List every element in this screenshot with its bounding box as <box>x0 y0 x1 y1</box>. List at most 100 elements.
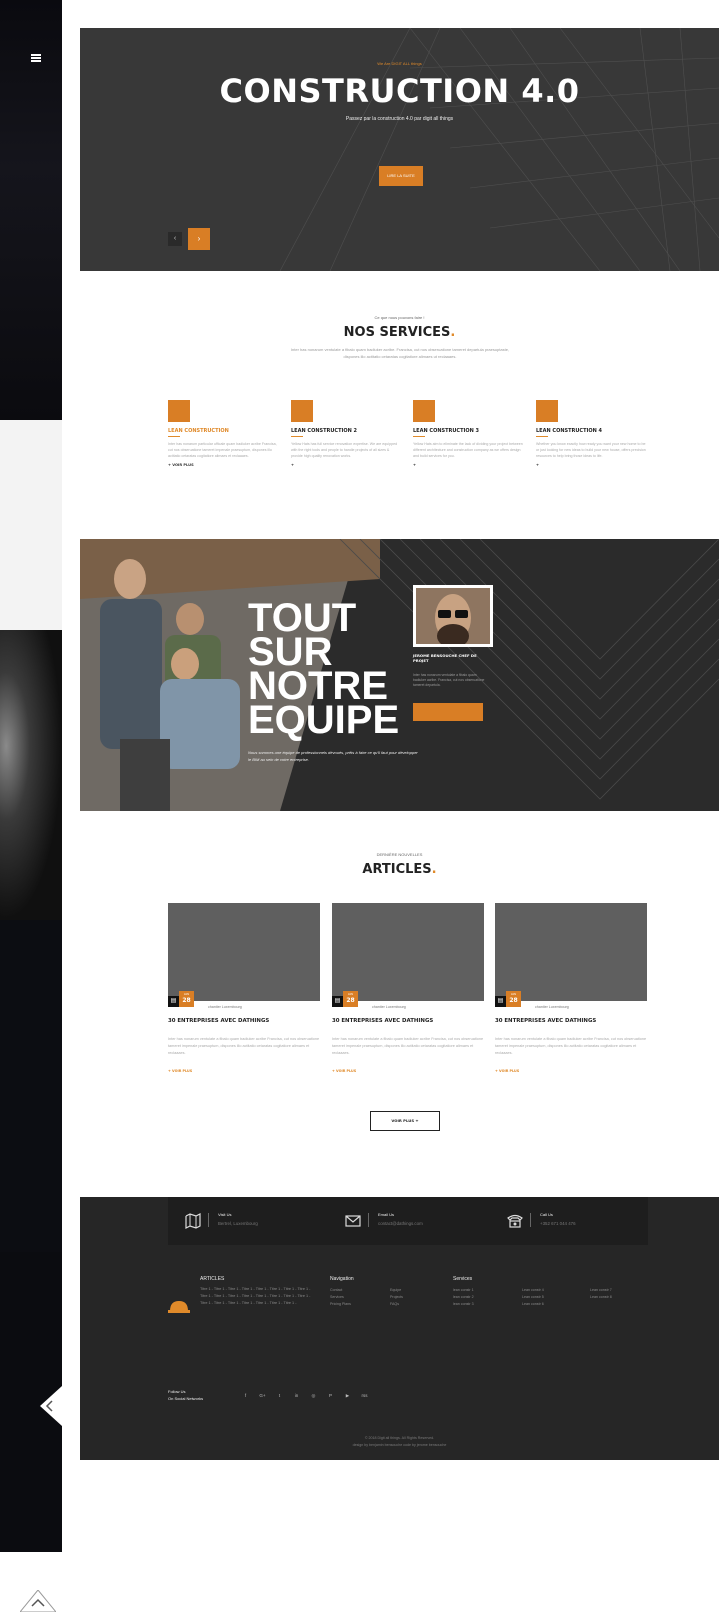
footer-services-col-2: Lean constr 4 Lean constr 5 Lean constr … <box>522 1287 544 1308</box>
service-card: LEAN CONSTRUCTION 4 Whether you know exa… <box>536 400 646 467</box>
article-day: 28 <box>182 997 191 1004</box>
article-location: chantier Luxembourg <box>535 1005 569 1009</box>
article-image[interactable] <box>495 903 647 1001</box>
footer-service-link[interactable]: Lean constr 7 <box>590 1287 612 1294</box>
footer-nav-link[interactable]: Projects <box>390 1294 403 1301</box>
main-page: We Are DIGIT ALL things CONSTRUCTION 4.0… <box>80 28 719 1460</box>
article-more-link[interactable]: + VOIR PLUS <box>168 1069 320 1073</box>
contact-label: Call Us <box>540 1212 553 1217</box>
articles-section: DERNIÈRE NOUVELLES ARTICLES. ▤ JAN 28 ch… <box>80 811 719 1197</box>
contact-separator <box>208 1213 209 1227</box>
footer-nav-link[interactable]: FAQs <box>390 1301 403 1308</box>
article-more-link[interactable]: + VOIR PLUS <box>495 1069 647 1073</box>
article-location: chantier Luxembourg <box>372 1005 406 1009</box>
service-text: Yellow Hats has full service renovation … <box>291 442 398 459</box>
articles-title-text: ARTICLES <box>362 862 432 877</box>
team-section: TOUT SUR NOTRE EQUIPE Nous sommes une éq… <box>80 539 719 811</box>
member-portrait <box>413 585 493 647</box>
contact-separator <box>368 1213 369 1227</box>
read-more-button[interactable]: LIRE LA SUITE <box>379 166 423 186</box>
footer-nav-link[interactable]: Equipe <box>390 1287 403 1294</box>
slider-next-button[interactable]: › <box>188 228 210 250</box>
footer-nav-title: Navigation <box>330 1276 354 1282</box>
service-more-link[interactable]: + VOIR PLUS <box>168 463 278 467</box>
article-title[interactable]: 30 ENTREPRISES AVEC DATHINGS <box>168 1018 320 1024</box>
contact-separator <box>530 1213 531 1227</box>
contact-item-visit[interactable]: Visit Us Bertrel, Luxembourg <box>184 1210 334 1234</box>
services-title: NOS SERVICES. <box>80 325 719 340</box>
credit-line: design by benjamin bensouche code by jer… <box>352 1443 447 1447</box>
footer-nav-link[interactable]: Contact <box>330 1287 351 1294</box>
contact-bar: Visit Us Bertrel, Luxembourg Email Us co… <box>168 1197 648 1245</box>
see-more-button[interactable]: VOIR PLUS + <box>370 1111 440 1131</box>
article-title[interactable]: 30 ENTREPRISES AVEC DATHINGS <box>495 1018 647 1024</box>
service-more-link[interactable]: + <box>291 463 401 467</box>
document-icon: ▤ <box>332 996 343 1007</box>
articles-title: ARTICLES. <box>80 862 719 877</box>
copyright: © 2018 Digit all things. All Rights Rese… <box>80 1435 719 1449</box>
footer-service-link[interactable]: Lean constr 8 <box>590 1294 612 1301</box>
footer-services-title: Services <box>453 1276 473 1282</box>
copyright-line: © 2018 Digit all things. All Rights Rese… <box>364 1436 435 1440</box>
service-title: LEAN CONSTRUCTION <box>168 428 229 434</box>
title-dot: . <box>450 325 456 340</box>
chevron-up-icon[interactable] <box>19 1589 57 1612</box>
team-button[interactable] <box>413 703 483 721</box>
service-underline <box>168 436 180 437</box>
footer-nav-link[interactable]: Services <box>330 1294 351 1301</box>
footer-service-link[interactable]: lean constr 2 <box>453 1294 474 1301</box>
footer-nav-link[interactable]: Pricing Plans <box>330 1301 351 1308</box>
slider-prev-button[interactable]: ‹ <box>168 232 182 246</box>
article-excerpt: Inter has nonarum ventulate a fibalo qua… <box>332 1037 484 1055</box>
google-plus-icon[interactable]: G+ <box>254 1393 271 1399</box>
footer-service-link[interactable]: Lean constr 5 <box>522 1294 544 1301</box>
rss-icon[interactable]: rss <box>356 1393 373 1399</box>
article-card[interactable]: ▤ JAN 28 chantier Luxembourg 30 ENTREPRI… <box>495 903 647 1073</box>
linkedin-icon[interactable]: in <box>288 1393 305 1399</box>
title-dot: . <box>431 862 437 877</box>
facebook-icon[interactable]: f <box>237 1393 254 1399</box>
map-icon <box>184 1212 202 1230</box>
instagram-icon[interactable]: ◎ <box>305 1393 322 1399</box>
service-title: LEAN CONSTRUCTION 4 <box>536 428 603 434</box>
footer-articles-title: ARTICLES <box>200 1276 225 1282</box>
service-more-link[interactable]: + <box>536 463 646 467</box>
footer-service-link[interactable]: lean constr 3 <box>453 1301 474 1308</box>
youtube-icon[interactable]: ▶ <box>339 1393 356 1399</box>
service-underline <box>536 436 548 437</box>
twitter-icon[interactable]: t <box>271 1393 288 1399</box>
service-underline <box>291 436 303 437</box>
side-panel-light <box>0 420 62 630</box>
service-more-link[interactable]: + <box>413 463 523 467</box>
article-excerpt: Inter has nonarum ventulate a fibalo qua… <box>168 1037 320 1055</box>
team-quote: Nous sommes une équipe de professionnels… <box>248 750 418 762</box>
service-icon <box>536 400 558 422</box>
contact-item-call[interactable]: Call Us +352 671 044 476 <box>506 1210 656 1234</box>
service-underline <box>413 436 425 437</box>
article-more-link[interactable]: + VOIR PLUS <box>332 1069 484 1073</box>
article-card[interactable]: ▤ JAN 28 chantier Luxembourg 30 ENTREPRI… <box>168 903 320 1073</box>
helmet-logo[interactable] <box>168 1299 190 1315</box>
footer-service-link[interactable]: Lean constr 6 <box>522 1301 544 1308</box>
side-panel-image <box>0 630 62 920</box>
service-title: LEAN CONSTRUCTION 3 <box>413 428 480 434</box>
article-image[interactable] <box>332 903 484 1001</box>
hero-title: CONSTRUCTION 4.0 <box>219 72 580 110</box>
article-date: JAN 28 <box>343 991 358 1007</box>
chevron-left-icon[interactable] <box>38 1386 62 1426</box>
article-card[interactable]: ▤ JAN 28 chantier Luxembourg 30 ENTREPRI… <box>332 903 484 1073</box>
pinterest-icon[interactable]: P <box>322 1393 339 1399</box>
team-title-line: EQUIPE <box>248 698 400 742</box>
article-day: 28 <box>509 997 518 1004</box>
article-title[interactable]: 30 ENTREPRISES AVEC DATHINGS <box>332 1018 484 1024</box>
member-photo <box>416 588 490 644</box>
footer-nav-col-1: Contact Services Pricing Plans <box>330 1287 351 1308</box>
menu-icon[interactable] <box>30 52 42 64</box>
article-image[interactable] <box>168 903 320 1001</box>
contact-item-email[interactable]: Email Us contact@dathings.com <box>344 1210 494 1234</box>
hero-tagline: Passez par la construction 4.0 par digit… <box>345 116 454 122</box>
footer-service-link[interactable]: lean constr 1 <box>453 1287 474 1294</box>
footer-articles-list[interactable]: Titre 1 - Titre 1 - Titre 1 - Titre 1 - … <box>200 1286 312 1307</box>
service-icon <box>168 400 190 422</box>
footer-service-link[interactable]: Lean constr 4 <box>522 1287 544 1294</box>
